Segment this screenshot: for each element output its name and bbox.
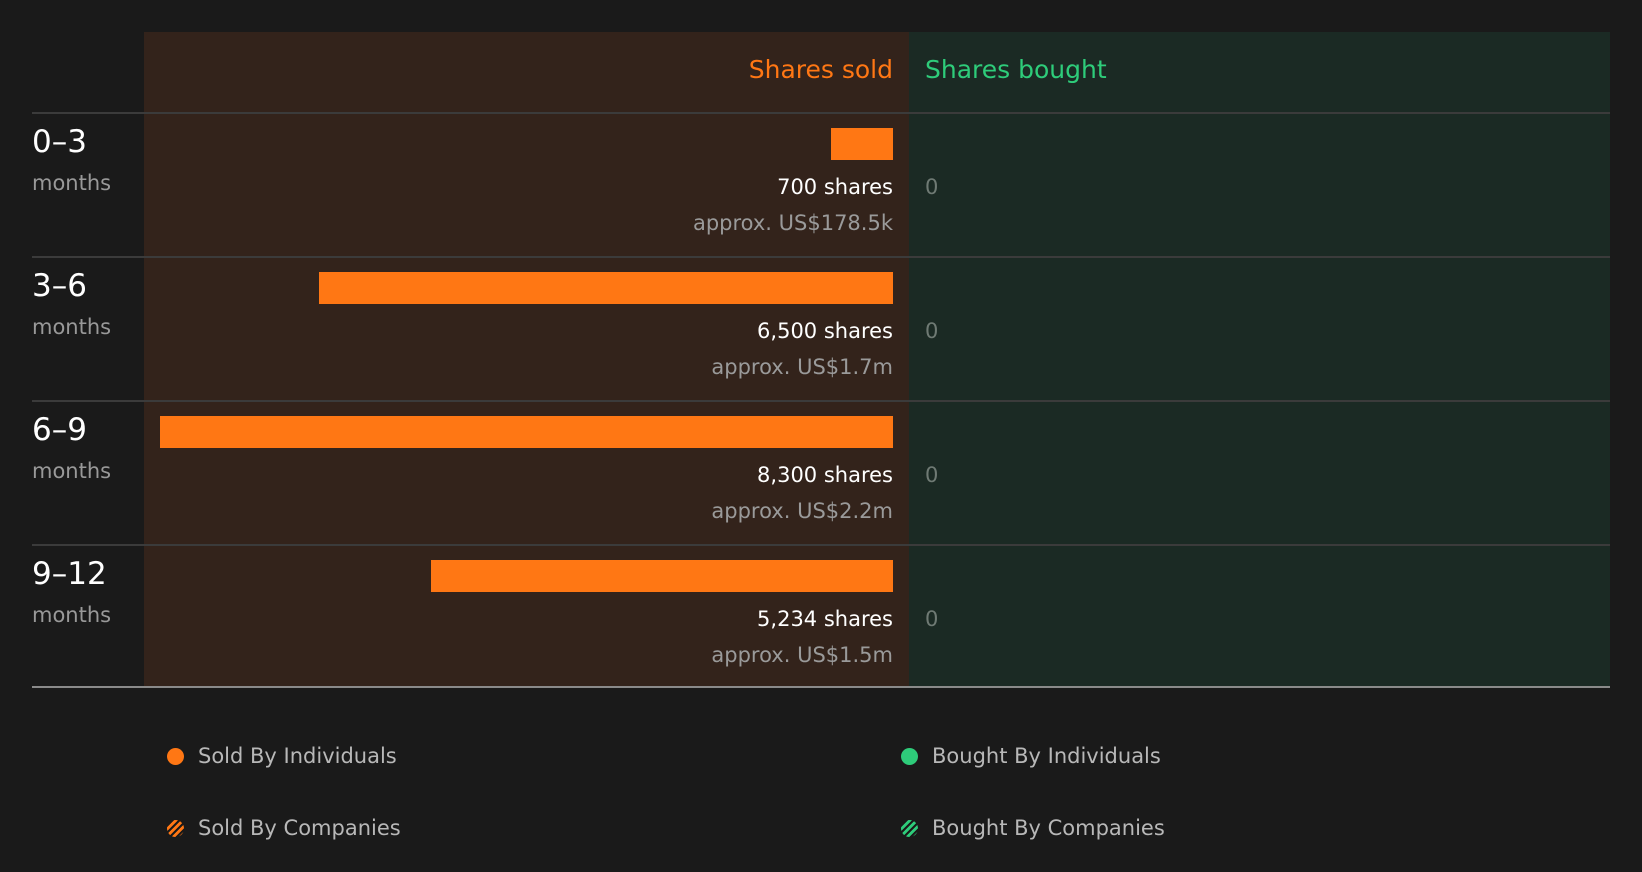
legend-item: Sold By Companies (167, 812, 401, 844)
shares-bought-header: Shares bought (925, 55, 1107, 84)
legend-label: Bought By Companies (932, 816, 1165, 840)
period-range: 0–3 (32, 124, 87, 160)
period-unit: months (32, 603, 112, 627)
period-range: 6–9 (32, 412, 87, 448)
sold-shares-label: 5,234 shares (757, 607, 893, 631)
striped-circle-icon (167, 819, 184, 837)
sold-shares-label: 6,500 shares (757, 319, 893, 343)
circle-icon (167, 747, 184, 765)
sold-bar (831, 128, 893, 160)
row-divider (32, 544, 1610, 546)
sold-value-label: approx. US$1.7m (711, 355, 893, 379)
chart-baseline (32, 686, 1610, 688)
bought-shares-label: 0 (925, 463, 939, 487)
circle-icon (901, 747, 918, 765)
sold-value-label: approx. US$1.5m (711, 643, 893, 667)
sold-value-label: approx. US$178.5k (692, 211, 893, 235)
legend-item: Sold By Individuals (167, 740, 397, 772)
row-divider (32, 256, 1610, 258)
shares-bought-panel (909, 32, 1610, 688)
bought-shares-label: 0 (925, 175, 939, 199)
bought-shares-label: 0 (925, 607, 939, 631)
sold-bar (431, 560, 893, 592)
legend-label: Sold By Companies (198, 816, 401, 840)
bought-shares-label: 0 (925, 319, 939, 343)
period-unit: months (32, 459, 112, 483)
striped-circle-icon (901, 819, 918, 837)
sold-shares-label: 700 shares (777, 175, 893, 199)
row-divider (32, 112, 1610, 114)
sold-shares-label: 8,300 shares (757, 463, 893, 487)
legend-label: Sold By Individuals (198, 744, 397, 768)
sold-bar (160, 416, 893, 448)
legend-item: Bought By Companies (901, 812, 1165, 844)
legend-item: Bought By Individuals (901, 740, 1161, 772)
shares-sold-header: Shares sold (748, 55, 893, 84)
period-range: 3–6 (32, 268, 87, 304)
sold-value-label: approx. US$2.2m (711, 499, 893, 523)
row-divider (32, 400, 1610, 402)
period-unit: months (32, 315, 112, 339)
legend-label: Bought By Individuals (932, 744, 1161, 768)
sold-bar (319, 272, 893, 304)
period-unit: months (32, 171, 112, 195)
period-range: 9–12 (32, 556, 107, 592)
